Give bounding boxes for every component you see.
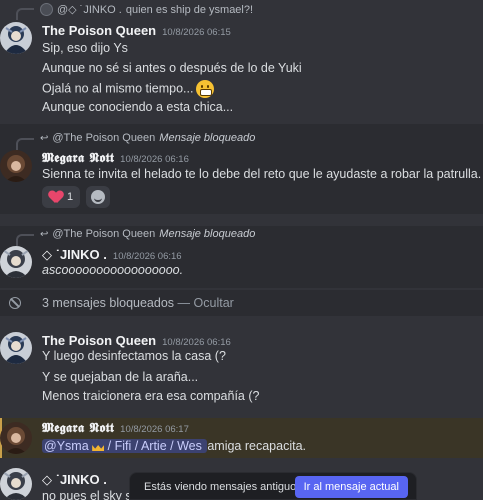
message-line: Sienna te invita el helado te lo debe de… — [42, 167, 482, 181]
reply-preview[interactable]: @◇ ˙JINKO . quien es ship de ysmael?! — [40, 3, 253, 16]
reply-arrow-icon: ↩ — [40, 132, 49, 144]
reaction-sparkling-heart[interactable]: 1 — [42, 186, 81, 208]
timestamp: 10/8/2026 06:17 — [120, 424, 189, 435]
message-line: Aunque conociendo a esta chica... — [42, 100, 234, 114]
reply-avatar — [40, 3, 53, 16]
message-group[interactable]: @◇ ˙JINKO . quien es ship de ysmael?! Th… — [0, 0, 483, 118]
user-mention[interactable]: @Ysma / Fifi / Artie / Wes — [42, 439, 208, 453]
reply-text: Mensaje bloqueado — [159, 228, 256, 240]
author-name[interactable]: 𝕸𝖊𝖌𝖆𝖗𝖆 𝕹𝖔𝖙𝖙 10/8/2026 06:17 — [42, 421, 189, 436]
author-name[interactable]: ◇ ˙JINKO . — [42, 472, 107, 488]
author-name[interactable]: ◇ ˙JINKO . 10/8/2026 06:16 — [42, 247, 182, 263]
add-reaction-icon — [91, 190, 105, 204]
hide-blocked-button[interactable]: Ocultar — [194, 296, 234, 310]
banner-text: Estás viendo mensajes antiguos — [144, 481, 302, 493]
reply-connector — [16, 138, 34, 150]
reply-author[interactable]: @The Poison Queen — [52, 132, 155, 144]
avatar[interactable] — [0, 150, 32, 182]
reaction-count: 1 — [67, 191, 74, 203]
timestamp: 10/8/2026 06:16 — [112, 251, 182, 262]
timestamp: 10/8/2026 06:15 — [162, 27, 231, 38]
message-group-mentioned[interactable]: 𝕸𝖊𝖌𝖆𝖗𝖆 𝕹𝖔𝖙𝖙 10/8/2026 06:17 @Ysma / Fifi … — [0, 418, 483, 458]
blocked-icon — [9, 297, 21, 309]
message-line: no pues el sky se — [42, 489, 139, 500]
message-line: Aunque no sé si antes o después de lo de… — [42, 61, 302, 75]
reply-connector — [16, 8, 34, 20]
message-line: Y luego desinfectamos la casa (? — [42, 349, 226, 363]
reply-author[interactable]: @◇ ˙JINKO . — [57, 3, 122, 16]
author-name[interactable]: 𝕸𝖊𝖌𝖆𝖗𝖆 𝕹𝖔𝖙𝖙 10/8/2026 06:16 — [42, 151, 189, 166]
message-line: Y se quejaban de la araña... — [42, 370, 199, 384]
avatar[interactable] — [0, 332, 32, 364]
blocked-label: 3 mensajes bloqueados — Ocultar — [42, 296, 234, 310]
timestamp: 10/8/2026 06:16 — [162, 337, 231, 348]
message-group[interactable]: ↩ @The Poison Queen Mensaje bloqueado ◇ … — [0, 226, 483, 288]
reply-author[interactable]: @The Poison Queen — [52, 228, 155, 240]
message-line: ascooooooooooooooooo. — [42, 263, 184, 277]
reply-arrow-icon: ↩ — [40, 228, 49, 240]
avatar[interactable] — [0, 468, 32, 500]
message-line: Sip, eso dijo Ys — [42, 41, 128, 55]
reply-preview[interactable]: ↩ @The Poison Queen Mensaje bloqueado — [40, 132, 255, 144]
grimacing-emoji-icon — [196, 80, 215, 98]
crown-emoji-icon — [92, 441, 104, 451]
timestamp: 10/8/2026 06:16 — [120, 154, 189, 165]
message-group[interactable]: ↩ @The Poison Queen Mensaje bloqueado 𝕸𝖊… — [0, 124, 483, 214]
message-line: Menos traicionera era esa compañía (? — [42, 389, 260, 403]
add-reaction-button[interactable] — [86, 186, 110, 208]
author-name[interactable]: The Poison Queen 10/8/2026 06:16 — [42, 333, 231, 348]
chat-messages: @◇ ˙JINKO . quien es ship de ysmael?! Th… — [0, 0, 483, 500]
avatar[interactable] — [0, 22, 32, 54]
jump-to-present-button[interactable]: Ir al mensaje actual — [294, 476, 408, 498]
blocked-messages-row[interactable]: 3 mensajes bloqueados — Ocultar — [0, 290, 483, 316]
reply-text: Mensaje bloqueado — [159, 132, 256, 144]
old-messages-banner: Estás viendo mensajes antiguos Ir al men… — [129, 472, 417, 500]
avatar[interactable] — [0, 422, 32, 454]
author-name[interactable]: The Poison Queen 10/8/2026 06:15 — [42, 23, 231, 38]
reply-text: quien es ship de ysmael?! — [125, 3, 254, 16]
reply-connector — [16, 234, 34, 246]
message-line: Ojalá no al mismo tiempo... — [42, 80, 215, 98]
message-group[interactable]: The Poison Queen 10/8/2026 06:16 Y luego … — [0, 328, 483, 412]
sparkling-heart-icon — [49, 191, 63, 204]
reply-preview[interactable]: ↩ @The Poison Queen Mensaje bloqueado — [40, 228, 255, 240]
message-line: @Ysma / Fifi / Artie / Wes amiga recapac… — [42, 439, 307, 453]
avatar[interactable] — [0, 246, 32, 278]
